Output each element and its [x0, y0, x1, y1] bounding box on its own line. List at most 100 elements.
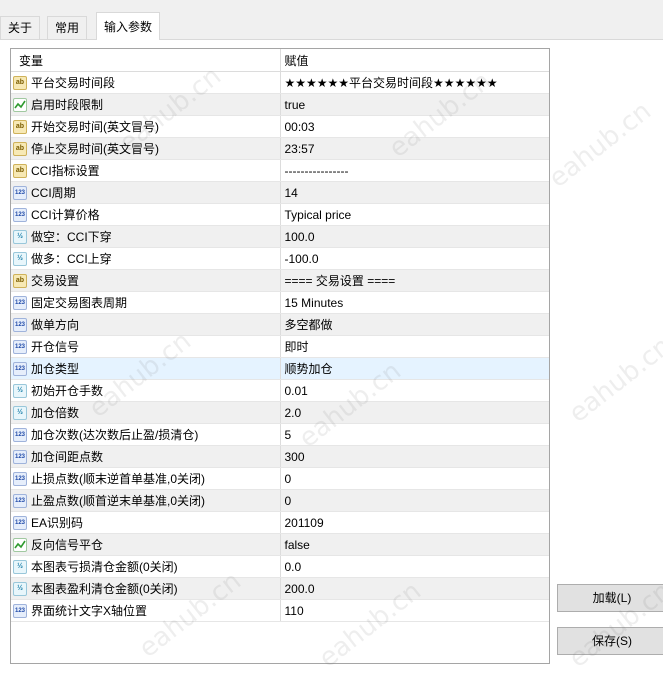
tab-common[interactable]: 常用 — [47, 16, 88, 39]
parameter-value-cell[interactable]: 110 — [280, 599, 549, 622]
table-row[interactable]: ab 开始交易时间(英文冒号) 00:03 — [11, 115, 549, 138]
column-header-variable[interactable]: 变量 — [11, 49, 281, 72]
parameter-name-cell[interactable]: ½ 本图表亏损清仓金额(0关闭) — [11, 555, 281, 578]
table-row[interactable]: 123 EA识别码 201109 — [11, 511, 549, 534]
parameter-value-cell[interactable]: ---------------- — [280, 159, 549, 182]
integer-type-icon: 123 — [13, 361, 27, 376]
table-row[interactable]: 123 CCI周期 14 — [11, 181, 549, 204]
parameter-name-cell[interactable]: 123 加仓次数(达次数后止盈/损清仓) — [11, 423, 281, 446]
parameter-name: CCI周期 — [31, 186, 76, 200]
parameter-value-cell[interactable]: false — [280, 533, 549, 556]
parameter-value-cell[interactable]: 2.0 — [280, 401, 549, 424]
parameter-value-cell[interactable]: 多空都做 — [280, 313, 549, 336]
integer-type-icon: 123 — [13, 515, 27, 530]
table-row[interactable]: 123 加仓间距点数 300 — [11, 445, 549, 468]
column-header-value[interactable]: 赋值 — [280, 49, 549, 72]
parameter-name-cell[interactable]: ½ 加仓倍数 — [11, 401, 281, 424]
parameter-value-cell[interactable]: 15 Minutes — [280, 291, 549, 314]
parameter-name-cell[interactable]: 123 CCI计算价格 — [11, 203, 281, 226]
parameter-name-cell[interactable]: ab 停止交易时间(英文冒号) — [11, 137, 281, 160]
table-row[interactable]: ½ 初始开仓手数 0.01 — [11, 379, 549, 402]
parameter-name-cell[interactable]: ab 交易设置 — [11, 269, 281, 292]
parameter-value-cell[interactable]: 0 — [280, 489, 549, 512]
parameter-value-cell[interactable]: 300 — [280, 445, 549, 468]
parameter-name-cell[interactable]: 123 固定交易图表周期 — [11, 291, 281, 314]
tab-about[interactable]: 关于 — [0, 16, 41, 39]
parameter-name-cell[interactable]: ½ 做空：CCI下穿 — [11, 225, 281, 248]
parameter-name-cell[interactable]: 反向信号平仓 — [11, 533, 281, 556]
double-type-icon: ½ — [13, 229, 27, 244]
table-row[interactable]: ½ 加仓倍数 2.0 — [11, 401, 549, 424]
table-row[interactable]: 123 止损点数(顺末逆首单基准,0关闭) 0 — [11, 467, 549, 490]
parameter-value-cell[interactable]: 0.0 — [280, 555, 549, 578]
boolean-type-icon — [13, 537, 27, 552]
parameter-name-cell[interactable]: ½ 做多：CCI上穿 — [11, 247, 281, 270]
parameter-value-cell[interactable]: 201109 — [280, 511, 549, 534]
parameter-value-cell[interactable]: -100.0 — [280, 247, 549, 270]
table-row[interactable]: 启用时段限制 true — [11, 93, 549, 116]
table-row[interactable]: ½ 本图表亏损清仓金额(0关闭) 0.0 — [11, 555, 549, 578]
parameter-value-cell[interactable]: Typical price — [280, 203, 549, 226]
parameter-name: 固定交易图表周期 — [31, 296, 128, 310]
parameter-name-cell[interactable]: 123 加仓间距点数 — [11, 445, 281, 468]
parameter-name-cell[interactable]: 123 开仓信号 — [11, 335, 281, 358]
parameter-name-cell[interactable]: 123 CCI周期 — [11, 181, 281, 204]
parameter-name: 做多：CCI上穿 — [31, 252, 112, 266]
save-button[interactable]: 保存(S) — [557, 627, 663, 655]
table-row[interactable]: ab 停止交易时间(英文冒号) 23:57 — [11, 137, 549, 160]
parameter-value-cell[interactable]: 100.0 — [280, 225, 549, 248]
parameter-name-cell[interactable]: 123 界面统计文字X轴位置 — [11, 599, 281, 622]
parameter-value-cell[interactable]: 200.0 — [280, 577, 549, 600]
parameter-name-cell[interactable]: 启用时段限制 — [11, 93, 281, 116]
table-row[interactable]: 123 固定交易图表周期 15 Minutes — [11, 291, 549, 314]
table-row[interactable]: ab CCI指标设置 ---------------- — [11, 159, 549, 182]
parameter-name-cell[interactable]: ab 平台交易时间段 — [11, 71, 281, 94]
parameter-value-cell[interactable]: 23:57 — [280, 137, 549, 160]
table-row[interactable]: 123 加仓次数(达次数后止盈/损清仓) 5 — [11, 423, 549, 446]
parameters-table: 变量 赋值 ab 平台交易时间段 ★★★★★★平台交易时间段★★★★★★ 启用时段限制… — [11, 49, 549, 622]
parameter-value-cell[interactable]: 5 — [280, 423, 549, 446]
parameter-name: 止损点数(顺末逆首单基准,0关闭) — [31, 472, 206, 486]
parameter-name-cell[interactable]: 123 加仓类型 — [11, 357, 281, 380]
parameter-value-cell[interactable]: 0 — [280, 467, 549, 490]
parameter-value-cell[interactable]: 即时 — [280, 335, 549, 358]
table-row[interactable]: 反向信号平仓 false — [11, 533, 549, 556]
string-type-icon: ab — [13, 273, 27, 288]
parameter-name-cell[interactable]: 123 止损点数(顺末逆首单基准,0关闭) — [11, 467, 281, 490]
parameter-name: 本图表盈利清仓金额(0关闭) — [31, 582, 178, 596]
parameter-name-cell[interactable]: ab CCI指标设置 — [11, 159, 281, 182]
table-row[interactable]: ½ 做空：CCI下穿 100.0 — [11, 225, 549, 248]
parameter-name-cell[interactable]: 123 EA识别码 — [11, 511, 281, 534]
parameter-name-cell[interactable]: ab 开始交易时间(英文冒号) — [11, 115, 281, 138]
tab-bar: 关于 常用 输入参数 — [0, 0, 663, 40]
table-row[interactable]: ½ 本图表盈利清仓金额(0关闭) 200.0 — [11, 577, 549, 600]
parameter-value-cell[interactable]: 顺势加仓 — [280, 357, 549, 380]
integer-type-icon: 123 — [13, 427, 27, 442]
parameter-name-cell[interactable]: ½ 本图表盈利清仓金额(0关闭) — [11, 577, 281, 600]
parameter-value-cell[interactable]: true — [280, 93, 549, 116]
double-type-icon: ½ — [13, 559, 27, 574]
table-row[interactable]: 123 界面统计文字X轴位置 110 — [11, 599, 549, 622]
parameter-name-cell[interactable]: 123 做单方向 — [11, 313, 281, 336]
parameter-name: 本图表亏损清仓金额(0关闭) — [31, 560, 178, 574]
parameter-value-cell[interactable]: 14 — [280, 181, 549, 204]
table-row[interactable]: ½ 做多：CCI上穿 -100.0 — [11, 247, 549, 270]
parameter-name-cell[interactable]: ½ 初始开仓手数 — [11, 379, 281, 402]
load-button[interactable]: 加载(L) — [557, 584, 663, 612]
parameter-value-cell[interactable]: 0.01 — [280, 379, 549, 402]
table-row[interactable]: ab 平台交易时间段 ★★★★★★平台交易时间段★★★★★★ — [11, 71, 549, 94]
table-row[interactable]: ab 交易设置 ==== 交易设置 ==== — [11, 269, 549, 292]
double-type-icon: ½ — [13, 405, 27, 420]
table-row[interactable]: 123 加仓类型 顺势加仓 — [11, 357, 549, 380]
parameter-name-cell[interactable]: 123 止盈点数(顺首逆末单基准,0关闭) — [11, 489, 281, 512]
table-row[interactable]: 123 做单方向 多空都做 — [11, 313, 549, 336]
parameter-value-cell[interactable]: ==== 交易设置 ==== — [280, 269, 549, 292]
table-row[interactable]: 123 开仓信号 即时 — [11, 335, 549, 358]
table-row[interactable]: 123 止盈点数(顺首逆末单基准,0关闭) 0 — [11, 489, 549, 512]
table-row[interactable]: 123 CCI计算价格 Typical price — [11, 203, 549, 226]
boolean-type-icon — [13, 97, 27, 112]
parameter-value-cell[interactable]: ★★★★★★平台交易时间段★★★★★★ — [280, 71, 549, 94]
parameters-grid[interactable]: 变量 赋值 ab 平台交易时间段 ★★★★★★平台交易时间段★★★★★★ 启用时段限制… — [10, 48, 550, 664]
parameter-value-cell[interactable]: 00:03 — [280, 115, 549, 138]
tab-input-parameters[interactable]: 输入参数 — [96, 12, 161, 40]
